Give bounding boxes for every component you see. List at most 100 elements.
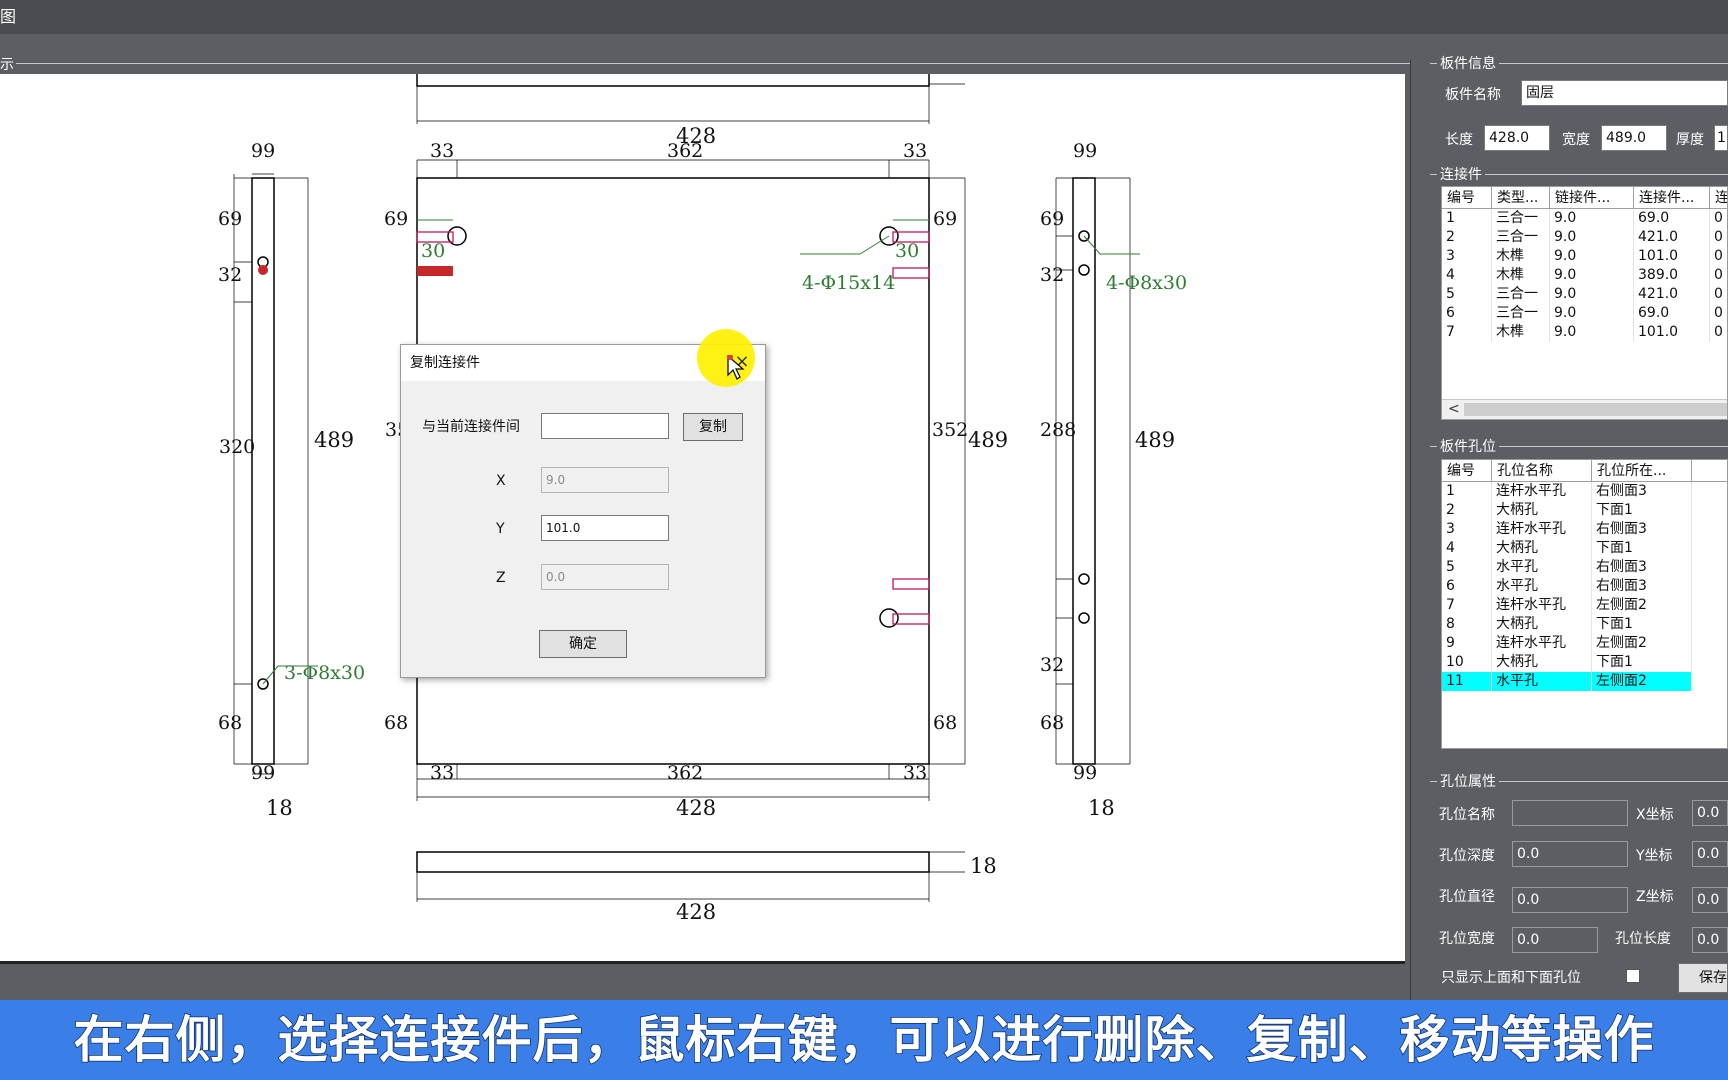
connector-row[interactable]: 2 三合一 9.0 421.0 0 (1442, 228, 1727, 247)
hole-row[interactable]: 5 水平孔 右侧面3 (1442, 558, 1727, 577)
connector-cell: 0 (1710, 285, 1727, 304)
hscroll-thumb[interactable] (1464, 403, 1727, 416)
hole-cell: 下面1 (1592, 539, 1692, 558)
hole-row[interactable]: 3 连杆水平孔 右侧面3 (1442, 520, 1727, 539)
connectors-col-header[interactable]: 连接件... (1634, 187, 1710, 209)
hole-width-input[interactable]: 0.0 (1512, 927, 1598, 953)
x-coord-input[interactable]: 0.0 (1692, 800, 1728, 826)
width-input[interactable]: 489.0 (1601, 125, 1667, 151)
front-left-30: 30 (421, 240, 446, 262)
connector-cell: 4 (1442, 266, 1492, 285)
hole-cell: 8 (1442, 615, 1492, 634)
save-button[interactable]: 保存 (1678, 963, 1728, 993)
scroll-left-icon[interactable]: < (1448, 400, 1460, 418)
connectors-col-header[interactable]: 链接件... (1550, 187, 1634, 209)
only-top-bottom-checkbox[interactable] (1626, 969, 1640, 983)
y-coord-label: Y坐标 (1636, 848, 1673, 864)
connector-row[interactable]: 4 木榫 9.0 389.0 0 (1442, 266, 1727, 285)
hole-row[interactable]: 7 连杆水平孔 左侧面2 (1442, 596, 1727, 615)
hole-row[interactable]: 9 连杆水平孔 左侧面2 (1442, 634, 1727, 653)
hole-cell-pad (1692, 634, 1727, 653)
hole-name-input[interactable] (1512, 800, 1628, 826)
connector-cell: 0 (1710, 323, 1727, 342)
connector-cell: 101.0 (1634, 247, 1710, 266)
holes-table[interactable]: 编号 孔位名称 孔位所在... 1 连杆水平孔 右侧面3 2 大柄孔 下面1 3 连杆水平孔 右侧面… (1441, 459, 1728, 749)
y-input[interactable]: 101.0 (541, 515, 669, 541)
holes-col-header[interactable]: 编号 (1442, 460, 1492, 482)
front-hole-note: 4-Φ15x14 (802, 272, 896, 294)
holes-header: 编号 孔位名称 孔位所在... (1442, 460, 1727, 482)
hole-row[interactable]: 4 大柄孔 下面1 (1442, 539, 1727, 558)
mouse-cursor-icon (727, 355, 745, 380)
length-input[interactable]: 428.0 (1484, 125, 1550, 151)
connector-cell: 0 (1710, 304, 1727, 323)
connector-cell: 69.0 (1634, 304, 1710, 323)
connectors-col-header[interactable]: 连 (1710, 187, 1727, 209)
left-height: 489 (314, 428, 355, 452)
hole-row[interactable]: 10 大柄孔 下面1 (1442, 653, 1727, 672)
front-height: 489 (968, 428, 1009, 452)
connector-cell: 2 (1442, 228, 1492, 247)
hole-depth-input[interactable]: 0.0 (1512, 841, 1628, 867)
copy-connector-dialog: 复制连接件 × 与当前连接件间 复制 X 9.0 Y 101.0 Z 0.0 确… (400, 329, 766, 678)
board-info-caption: 板件信息 (1437, 53, 1499, 73)
distance-input[interactable] (541, 413, 669, 439)
right-seg-bottom: 68 (1040, 712, 1065, 734)
connectors-hscroll[interactable]: < (1442, 399, 1727, 419)
splitter[interactable] (1410, 60, 1420, 1000)
right-hole-note: 4-Φ8x30 (1106, 272, 1188, 294)
thickness-input[interactable]: 1 (1714, 125, 1728, 151)
x-label: X (496, 473, 506, 489)
hole-cell: 连杆水平孔 (1492, 520, 1592, 539)
hole-cell: 大柄孔 (1492, 539, 1592, 558)
group-divider (16, 63, 1410, 64)
hole-cell: 10 (1442, 653, 1492, 672)
board-name-input[interactable]: 固层 (1521, 80, 1728, 106)
holes-col-header-empty (1692, 460, 1727, 482)
connectors-col-header[interactable]: 类型... (1492, 187, 1550, 209)
holes-col-header[interactable]: 孔位名称 (1492, 460, 1592, 482)
ok-button[interactable]: 确定 (539, 630, 627, 658)
connectors-table[interactable]: 编号 类型... 链接件... 连接件... 连 1 三合一 9.0 69.0 0 2 三合一 9.0… (1441, 186, 1728, 420)
hole-cell: 7 (1442, 596, 1492, 615)
left-top-dim: 99 (251, 140, 276, 162)
hole-cell-pad (1692, 520, 1727, 539)
hole-row[interactable]: 11 水平孔 左侧面2 (1442, 672, 1727, 691)
z-coord-input[interactable]: 0.0 (1692, 887, 1728, 913)
connector-row[interactable]: 6 三合一 9.0 69.0 0 (1442, 304, 1727, 323)
front-right-30: 30 (895, 240, 920, 262)
connectors-col-header[interactable]: 编号 (1442, 187, 1492, 209)
connector-row[interactable]: 1 三合一 9.0 69.0 0 (1442, 209, 1727, 228)
connector-cell: 0 (1710, 266, 1727, 285)
right-seg-3: 32 (1040, 654, 1065, 676)
hole-cell: 右侧面3 (1592, 520, 1692, 539)
connector-cell: 9.0 (1550, 323, 1634, 342)
hole-cell: 右侧面3 (1592, 482, 1692, 501)
hole-cell: 1 (1442, 482, 1492, 501)
hole-row[interactable]: 8 大柄孔 下面1 (1442, 615, 1727, 634)
connector-cell: 木榫 (1492, 247, 1550, 266)
hole-cell-pad (1692, 501, 1727, 520)
hole-diameter-label: 孔位直径 (1439, 889, 1495, 905)
hole-length-input[interactable]: 0.0 (1692, 927, 1728, 953)
connector-row[interactable]: 7 木榫 9.0 101.0 0 (1442, 323, 1727, 342)
title-bar: 图 (0, 0, 1728, 34)
hole-cell: 左侧面2 (1592, 672, 1692, 691)
holes-col-header[interactable]: 孔位所在... (1592, 460, 1692, 482)
hole-cell-pad (1692, 615, 1727, 634)
copy-button[interactable]: 复制 (683, 413, 743, 441)
connector-row[interactable]: 3 木榫 9.0 101.0 0 (1442, 247, 1727, 266)
connector-cell: 1 (1442, 209, 1492, 228)
hole-props-caption: 孔位属性 (1437, 771, 1499, 791)
connector-row[interactable]: 5 三合一 9.0 421.0 0 (1442, 285, 1727, 304)
hole-row[interactable]: 2 大柄孔 下面1 (1442, 501, 1727, 520)
right-seg-top: 69 (1040, 208, 1065, 230)
front-right-top: 33 (903, 140, 928, 162)
connector-cell: 9.0 (1550, 228, 1634, 247)
front-seg-bottom-right: 68 (933, 712, 958, 734)
hole-cell: 6 (1442, 577, 1492, 596)
hole-diameter-input[interactable]: 0.0 (1512, 887, 1628, 913)
hole-row[interactable]: 1 连杆水平孔 右侧面3 (1442, 482, 1727, 501)
y-coord-input[interactable]: 0.0 (1692, 841, 1728, 867)
hole-row[interactable]: 6 水平孔 右侧面3 (1442, 577, 1727, 596)
